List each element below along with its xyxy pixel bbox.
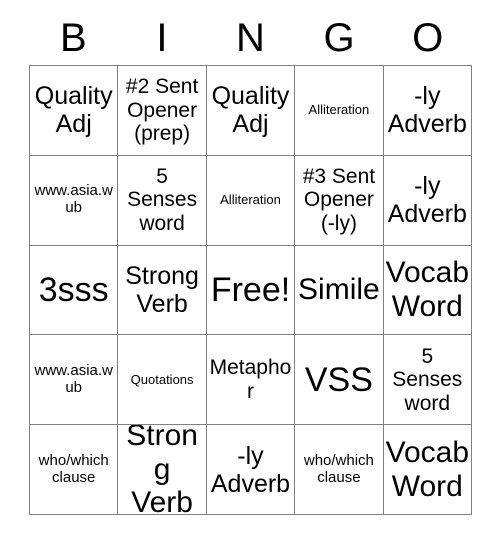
- bingo-cell[interactable]: #2 Sent Opener (prep): [118, 66, 207, 156]
- header-letter-text: I: [156, 16, 168, 60]
- bingo-header-letter-i: I: [118, 14, 207, 62]
- bingo-cell-label: Free!: [210, 270, 291, 309]
- bingo-cell[interactable]: Alliteration: [206, 155, 296, 246]
- bingo-cell-label: www.asia.wub: [34, 361, 113, 396]
- bingo-cell[interactable]: Quality Adj: [206, 66, 296, 156]
- bingo-cell-label: Quotations: [130, 371, 194, 387]
- bingo-cell-label: Quality Adj: [34, 82, 113, 139]
- bingo-cell-label: Alliteration: [220, 191, 281, 207]
- bingo-grid: Quality Adj #2 Sent Opener (prep) Qualit…: [29, 65, 472, 515]
- bingo-cell-label: Vocab Word: [385, 256, 470, 323]
- bingo-cell-label: Quality Adj: [211, 82, 290, 139]
- bingo-cell[interactable]: Strong Verb: [118, 425, 207, 515]
- bingo-cell[interactable]: Metaphor: [206, 335, 296, 426]
- bingo-cell[interactable]: who/which clause: [30, 425, 119, 515]
- bingo-cell-label: VSS: [304, 360, 373, 399]
- bingo-cell[interactable]: who/which clause: [295, 425, 384, 515]
- bingo-card: B I N G O Quality Adj #2 Sent Opener (pr…: [0, 0, 500, 544]
- bingo-cell[interactable]: Simile: [295, 245, 384, 336]
- bingo-cell-label: Alliteration: [308, 102, 370, 118]
- bingo-cell-free[interactable]: Free!: [206, 245, 296, 336]
- bingo-cell-label: #3 Sent Opener (-ly): [302, 164, 376, 235]
- bingo-cell-label: Vocab Word: [385, 436, 470, 503]
- header-letter-text: N: [236, 16, 265, 60]
- bingo-cell[interactable]: -ly Adverb: [383, 155, 472, 246]
- bingo-cell[interactable]: 5 Senses word: [118, 155, 207, 246]
- bingo-cell[interactable]: Quotations: [118, 335, 207, 426]
- bingo-cell-label: Metaphor: [209, 356, 292, 403]
- bingo-cell-label: Strong Verb: [125, 261, 199, 318]
- header-letter-text: G: [323, 16, 355, 60]
- bingo-cell-label: who/which clause: [303, 451, 374, 486]
- bingo-cell[interactable]: Quality Adj: [30, 66, 119, 156]
- bingo-cell-label: who/which clause: [38, 451, 109, 486]
- bingo-header-letter-n: N: [206, 14, 295, 62]
- header-letter-text: O: [412, 16, 444, 60]
- header-letter-text: B: [59, 16, 87, 60]
- bingo-cell[interactable]: Alliteration: [295, 66, 384, 156]
- bingo-cell[interactable]: -ly Adverb: [383, 66, 472, 156]
- bingo-header-row: B I N G O: [29, 14, 472, 62]
- bingo-cell-label: -ly Adverb: [210, 441, 291, 498]
- bingo-cell-label: 5 Senses word: [392, 344, 463, 415]
- bingo-cell[interactable]: 3sss: [30, 245, 119, 336]
- bingo-cell[interactable]: www.asia.wub: [30, 155, 119, 246]
- bingo-cell-label: #2 Sent Opener (prep): [125, 75, 199, 146]
- bingo-cell-label: Simile: [298, 273, 380, 307]
- bingo-header-letter-o: O: [383, 14, 472, 62]
- bingo-cell[interactable]: VSS: [295, 335, 384, 426]
- bingo-cell-label: 5 Senses word: [127, 164, 198, 235]
- bingo-cell[interactable]: 5 Senses word: [383, 335, 472, 426]
- bingo-cell[interactable]: -ly Adverb: [206, 425, 296, 515]
- bingo-cell-label: Strong Verb: [126, 425, 198, 515]
- bingo-cell-label: -ly Adverb: [387, 172, 467, 229]
- bingo-cell[interactable]: www.asia.wub: [30, 335, 119, 426]
- bingo-cell[interactable]: Strong Verb: [118, 245, 207, 336]
- bingo-cell[interactable]: #3 Sent Opener (-ly): [295, 155, 384, 246]
- bingo-header-letter-g: G: [295, 14, 384, 62]
- bingo-cell-label: www.asia.wub: [34, 182, 113, 217]
- bingo-header-letter-b: B: [29, 14, 118, 62]
- bingo-cell-label: -ly Adverb: [387, 82, 467, 139]
- bingo-cell-label: 3sss: [38, 270, 109, 309]
- bingo-cell[interactable]: Vocab Word: [383, 245, 472, 336]
- bingo-cell[interactable]: Vocab Word: [383, 425, 472, 515]
